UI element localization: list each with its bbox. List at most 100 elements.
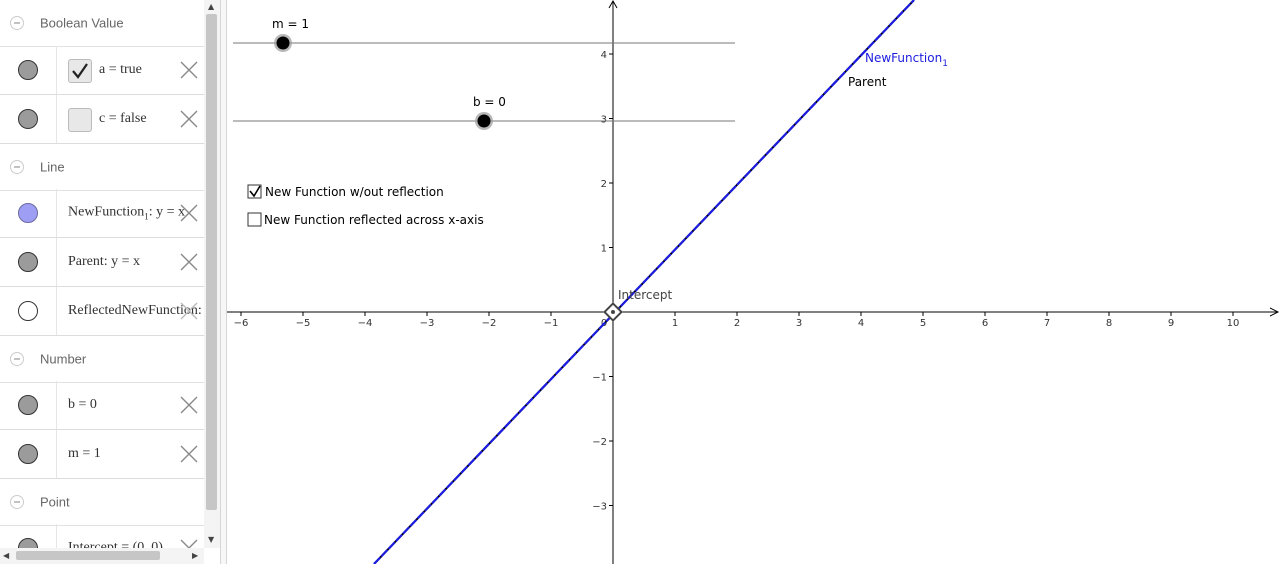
x-tick-label: −1 [544, 318, 559, 329]
marble-cell [0, 524, 57, 548]
algebra-text-a: a = true [99, 62, 142, 77]
delete-icon[interactable] [180, 110, 198, 128]
parent-label: Parent [848, 75, 887, 89]
scroll-up-icon[interactable]: ▲ [208, 3, 214, 11]
slider-b-handle[interactable] [475, 112, 493, 130]
x-tick-label: 3 [796, 318, 802, 329]
delete-icon[interactable] [180, 539, 198, 548]
horizontal-scroll-thumb[interactable] [16, 551, 160, 560]
algebra-text-parent: Parent: y = x [68, 254, 141, 269]
visibility-toggle[interactable] [18, 301, 38, 321]
checkbox-c[interactable] [68, 108, 92, 132]
algebra-text-intercept: Intercept = (0, 0) [68, 540, 163, 548]
checkbox-reflected-function[interactable]: New Function reflected across x-axis [247, 212, 484, 227]
group-label: Number [40, 351, 87, 367]
intercept-label: Intercept [618, 288, 673, 302]
algebra-row-c[interactable]: c = false [0, 95, 204, 144]
visibility-toggle[interactable] [18, 109, 38, 129]
algebra-row-newfunction[interactable]: NewFunction1: y = x [0, 189, 204, 238]
slider-m-handle[interactable] [274, 34, 292, 52]
slider-m-label: m = 1 [272, 17, 309, 31]
x-axis-ticks: −6−5−4−3−2−1012345678910 [234, 312, 1240, 329]
algebra-text-c: c = false [99, 111, 147, 126]
y-tick-label: 2 [601, 179, 607, 190]
newfunction-line [373, 0, 915, 565]
visibility-toggle[interactable] [18, 538, 38, 548]
visibility-toggle[interactable] [18, 444, 38, 464]
algebra-row-parent[interactable]: Parent: y = x [0, 238, 204, 287]
algebra-text-m: m = 1 [68, 446, 101, 461]
collapse-icon[interactable] [10, 495, 24, 509]
y-axis-ticks: 4 3 2 1 −1 −2 −3 [592, 50, 613, 513]
checkbox-new-function-label: New Function w/out reflection [265, 185, 444, 199]
checkmark-icon [72, 63, 88, 79]
x-tick-label: 6 [982, 318, 988, 329]
x-tick-label: 4 [858, 318, 864, 329]
vertical-scrollbar[interactable]: ▲ ▼ [204, 0, 220, 548]
marble-cell [0, 189, 57, 237]
visibility-toggle[interactable] [18, 252, 38, 272]
marble-cell [0, 381, 57, 429]
marble-cell [0, 95, 57, 143]
marble-cell [0, 238, 57, 286]
x-tick-label: −4 [358, 318, 373, 329]
x-tick-label: 1 [672, 318, 678, 329]
algebra-view: Boolean Value a = true c = false Line Ne… [0, 0, 220, 564]
algebra-text-b: b = 0 [68, 397, 97, 412]
y-tick-label: −1 [592, 373, 607, 384]
marble-cell [0, 287, 57, 335]
scroll-down-icon[interactable]: ▼ [208, 536, 214, 544]
y-tick-label: 3 [601, 115, 607, 126]
delete-icon[interactable] [180, 253, 198, 271]
algebra-row-m[interactable]: m = 1 [0, 430, 204, 479]
algebra-row-intercept[interactable]: Intercept = (0, 0) [0, 524, 204, 548]
scroll-right-icon[interactable]: ▶ [192, 552, 198, 560]
visibility-toggle[interactable] [18, 395, 38, 415]
algebra-row-b[interactable]: b = 0 [0, 381, 204, 430]
visibility-toggle[interactable] [18, 60, 38, 80]
y-tick-label: 4 [601, 50, 607, 61]
algebra-text-newfunction: NewFunction1: y = x [68, 205, 185, 222]
checkbox-new-function[interactable]: New Function w/out reflection [247, 184, 444, 199]
marble-cell [0, 430, 57, 478]
horizontal-scrollbar[interactable]: ◀ ▶ [0, 548, 204, 564]
group-header-line[interactable]: Line [0, 144, 204, 191]
collapse-icon[interactable] [10, 160, 24, 174]
x-tick-label: 2 [734, 318, 740, 329]
y-tick-label: 1 [601, 244, 607, 255]
vertical-scroll-thumb[interactable] [206, 14, 217, 510]
group-header-boolean[interactable]: Boolean Value [0, 0, 204, 47]
checkbox-reflected-function-label: New Function reflected across x-axis [264, 213, 484, 227]
algebra-row-reflected[interactable]: ReflectedNewFunction: [0, 287, 204, 336]
y-tick-label: −2 [592, 437, 607, 448]
x-tick-label: 8 [1106, 318, 1112, 329]
visibility-toggle[interactable] [18, 203, 38, 223]
x-tick-label: −3 [420, 318, 435, 329]
x-tick-label: −2 [482, 318, 497, 329]
collapse-icon[interactable] [10, 352, 24, 366]
x-tick-label: −5 [296, 318, 311, 329]
x-tick-label: 5 [920, 318, 926, 329]
y-tick-label: −3 [592, 502, 607, 513]
view-divider[interactable] [220, 0, 227, 564]
group-header-number[interactable]: Number [0, 336, 204, 383]
x-tick-label: 10 [1227, 318, 1240, 329]
graphics-view[interactable]: −6−5−4−3−2−1012345678910 4321−1−2−3 NewF… [227, 0, 1280, 565]
scroll-left-icon[interactable]: ◀ [3, 552, 9, 560]
delete-icon[interactable] [180, 204, 198, 222]
collapse-icon[interactable] [10, 16, 24, 30]
delete-icon[interactable] [180, 396, 198, 414]
group-label: Line [40, 159, 65, 175]
delete-icon[interactable] [180, 445, 198, 463]
x-tick-label: 9 [1168, 318, 1174, 329]
group-label: Point [40, 494, 70, 510]
algebra-row-a[interactable]: a = true [0, 46, 204, 95]
delete-icon[interactable] [180, 61, 198, 79]
newfunction-label: NewFunction1 [865, 51, 948, 69]
x-tick-label: 7 [1044, 318, 1050, 329]
newfunction-name: NewFunction [68, 204, 145, 220]
marble-cell [0, 46, 57, 94]
group-header-point[interactable]: Point [0, 479, 204, 526]
checkbox-a[interactable] [68, 59, 92, 83]
delete-icon[interactable] [180, 302, 198, 320]
